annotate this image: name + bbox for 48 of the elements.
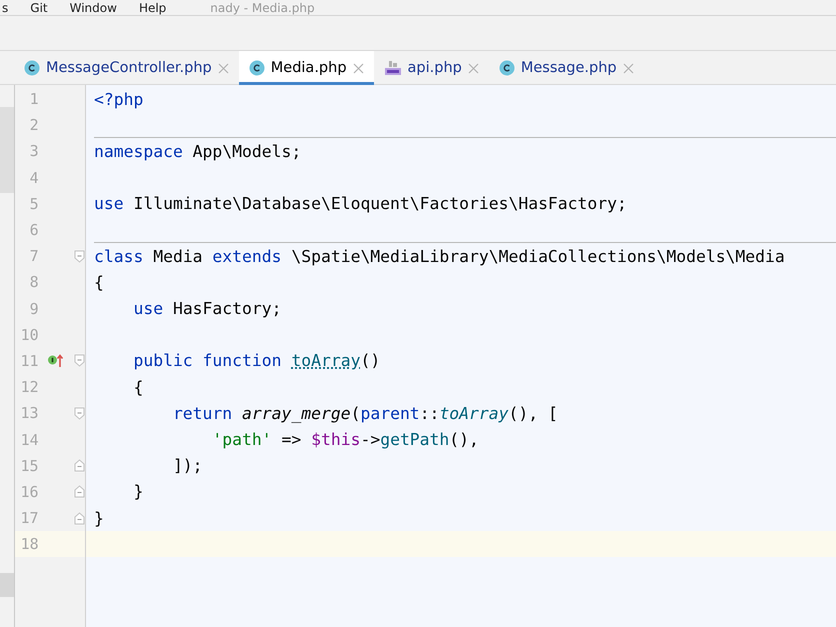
line-number: 4	[28, 168, 39, 187]
close-icon	[622, 62, 634, 74]
line-number: 2	[28, 116, 39, 134]
menu-item[interactable]: Help	[138, 0, 166, 14]
close-icon	[218, 62, 229, 74]
code-line: class Media extends \Spatie\MediaLibrary\MediaCollections\Models\Media	[94, 246, 785, 266]
line-number: 9	[28, 300, 39, 318]
close-icon	[352, 62, 364, 74]
line-number: 1	[28, 90, 39, 108]
line-number: 11	[20, 352, 39, 370]
line-number: 18	[20, 535, 39, 554]
code-line: return array_merge(parent::toArray(), [	[172, 404, 558, 423]
line-number: 5	[28, 194, 39, 213]
code-line: 'path' => $this->getPath(),	[211, 430, 479, 450]
window-title: nady - Media.php	[210, 0, 315, 14]
line-number: 6	[28, 221, 39, 240]
menu-item[interactable]: s	[2, 0, 8, 14]
class-icon	[24, 60, 40, 76]
code-line: }	[132, 482, 144, 502]
menu-item[interactable]: Git	[30, 0, 48, 14]
menu-item[interactable]: Window	[70, 0, 117, 14]
code-line: {	[94, 272, 104, 292]
editor-tab[interactable]: MessageController.php	[14, 51, 239, 85]
code-line: use HasFactory;	[132, 299, 282, 318]
code-line: <?php	[94, 90, 144, 109]
php-file-icon	[384, 60, 402, 76]
line-number: 8	[28, 273, 39, 292]
line-number: 14	[20, 430, 39, 449]
line-number: 16	[20, 482, 39, 501]
code-line: }	[94, 508, 104, 528]
line-number: 7	[28, 247, 39, 266]
line-number: 17	[20, 509, 39, 528]
class-icon	[248, 60, 265, 76]
editor-tab[interactable]: Message.php	[488, 51, 644, 85]
code-line: ]);	[172, 456, 203, 476]
line-number: 3	[28, 142, 39, 160]
line-number: 13	[20, 404, 39, 422]
code-line: use Illuminate\Database\Eloquent\Factories\HasFactory;	[94, 194, 627, 214]
class-icon	[498, 60, 515, 76]
code-line: public function toArray()	[132, 351, 380, 370]
editor-tab[interactable]: Media.php	[238, 51, 374, 85]
line-number: 15	[20, 456, 39, 475]
line-number: 10	[20, 326, 39, 344]
code-line: {	[132, 378, 144, 397]
editor-tab[interactable]: api.php	[374, 51, 489, 85]
close-icon	[468, 62, 479, 74]
line-number: 12	[20, 378, 39, 396]
code-line: namespace App\Models;	[94, 142, 302, 161]
